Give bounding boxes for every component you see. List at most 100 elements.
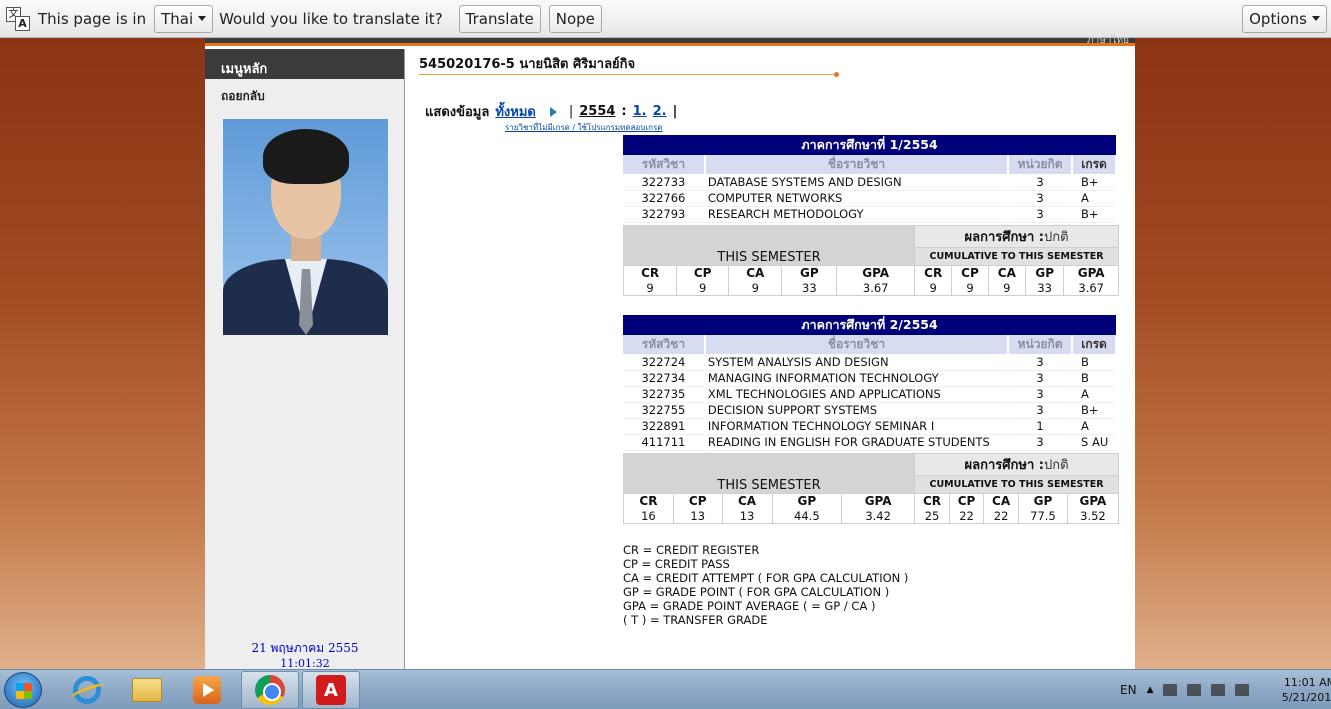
course-code: 322793 [623, 206, 706, 223]
ca-key: CA [983, 493, 1020, 509]
semester-1-table: ภาคการศึกษาที่ 1/2554 รหัสวิชา ชื่อรายวิ… [623, 135, 1117, 223]
this-cp: 9 [676, 280, 730, 296]
col-code: รหัสวิชา [623, 155, 706, 174]
title-underline [419, 74, 837, 75]
course-grade: A [1072, 418, 1117, 435]
main-menu-title[interactable]: เมนูหลัก [205, 49, 404, 79]
chevron-up-icon[interactable]: ▲ [1147, 685, 1154, 695]
cp-key: CP [948, 493, 985, 509]
separator: | [672, 104, 678, 119]
all-link[interactable]: ทั้งหมด [495, 101, 536, 122]
table-row: 322793 RESEARCH METHODOLOGY 3 B+ [623, 206, 1117, 223]
term-1-link[interactable]: 1. [633, 104, 647, 119]
start-button[interactable] [4, 672, 42, 708]
course-grade: B+ [1072, 402, 1117, 419]
cp-key: CP [672, 493, 723, 509]
language-select[interactable]: Thai [154, 4, 214, 33]
cum-ca: 22 [983, 508, 1020, 524]
table-row: 411711 READING IN ENGLISH FOR GRADUATE S… [623, 434, 1117, 451]
course-code: 322734 [623, 370, 706, 387]
semester-title: ภาคการศึกษาที่ 2/2554 [623, 315, 1116, 335]
gpa-key: GPA [841, 493, 916, 509]
taskbar-media[interactable] [178, 671, 236, 709]
student-name: 545020176-5 นายนิสิต ศิริมาลย์กิจ [419, 57, 636, 72]
table-row: 322891 INFORMATION TECHNOLOGY SEMINAR I … [623, 418, 1117, 435]
this-cp: 13 [672, 508, 723, 524]
translate-prefix: This page is in [38, 9, 147, 28]
cum-cp: 9 [951, 280, 989, 296]
taskbar-explorer[interactable] [118, 671, 176, 709]
device-icon[interactable] [1187, 684, 1202, 696]
course-code: 322733 [623, 174, 706, 191]
course-name: DATABASE SYSTEMS AND DESIGN [704, 174, 1010, 191]
title-dot [834, 72, 839, 77]
sidebar: เมนูหลัก ถอยกลับ 21 พฤษภาคม 2555 11:01:3… [205, 49, 405, 670]
taskbar-ie[interactable] [58, 671, 116, 709]
back-link[interactable]: ถอยกลับ [205, 79, 404, 114]
translate-button[interactable]: Translate [458, 4, 541, 33]
col-name: ชื่อรายวิชา [704, 155, 1010, 174]
options-button[interactable]: Options [1242, 4, 1327, 33]
course-name: SYSTEM ANALYSIS AND DESIGN [704, 354, 1010, 371]
legend-item: GPA = GRADE POINT AVERAGE ( = GP / CA ) [623, 599, 876, 613]
course-name: RESEARCH METHODOLOGY [704, 206, 1010, 223]
course-code: 322891 [623, 418, 706, 435]
media-player-icon [193, 676, 221, 704]
flag-icon[interactable] [1163, 684, 1178, 696]
ca-key: CA [987, 265, 1026, 281]
semester-2-summary: THIS SEMESTER ผลการศึกษา :ปกติ CUMULATIV… [622, 453, 1120, 524]
cumulative-label: CUMULATIVE TO THIS SEMESTER [914, 475, 1119, 494]
semester-1-summary: THIS SEMESTER ผลการศึกษา :ปกติ CUMULATIV… [622, 225, 1119, 296]
course-credit: 1 [1008, 418, 1074, 435]
gpa-key: GPA [1066, 493, 1120, 509]
result-label: ผลการศึกษา :ปกติ [914, 453, 1119, 476]
col-credit: หน่วยกิต [1008, 155, 1074, 174]
clock-date: 5/21/2012 [1281, 691, 1331, 704]
no-grade-link[interactable]: รายวิชาที่ไม่มีเกรด / ใช้โปรแกรมทดสอบเกร… [505, 121, 662, 134]
language-switch[interactable]: ภาษาไทย [1087, 33, 1129, 48]
cr-key: CR [914, 493, 950, 509]
this-cr: 16 [623, 508, 674, 524]
gpa-key: GPA [836, 265, 916, 281]
cr-key: CR [623, 493, 674, 509]
course-grade: B+ [1072, 174, 1117, 191]
course-credit: 3 [1008, 206, 1074, 223]
taskbar-chrome[interactable] [241, 671, 299, 709]
course-grade: B [1072, 370, 1117, 387]
course-grade: B+ [1072, 206, 1117, 223]
volume-icon[interactable] [1235, 684, 1250, 696]
semester-title: ภาคการศึกษาที่ 1/2554 [623, 135, 1116, 155]
table-row: 322724 SYSTEM ANALYSIS AND DESIGN 3 B [623, 354, 1117, 371]
clock[interactable]: 11:01 AM 5/21/2012 [1280, 675, 1331, 705]
cp-key: CP [951, 265, 989, 281]
table-row: 322733 DATABASE SYSTEMS AND DESIGN 3 B+ [623, 174, 1117, 191]
table-row: 322755 DECISION SUPPORT SYSTEMS 3 B+ [623, 402, 1117, 419]
input-language[interactable]: EN [1120, 683, 1137, 697]
col-credit: หน่วยกิต [1008, 335, 1074, 354]
internet-explorer-icon [73, 676, 101, 704]
play-arrow-icon[interactable] [549, 106, 557, 117]
separator: | [568, 104, 574, 119]
cum-cr: 25 [914, 508, 950, 524]
cum-gp: 33 [1024, 280, 1065, 296]
nope-button[interactable]: Nope [548, 4, 602, 33]
main-content: 545020176-5 นายนิสิต ศิริมาลย์กิจ แสดงข้… [405, 49, 1135, 669]
translate-button-label: Translate [465, 9, 534, 28]
network-icon[interactable] [1211, 684, 1226, 696]
chevron-down-icon [198, 16, 207, 21]
system-tray: EN ▲ [1120, 670, 1250, 709]
taskbar-acrobat[interactable]: A [302, 671, 360, 709]
year-link[interactable]: 2554 [579, 104, 615, 119]
this-ca: 13 [721, 508, 773, 524]
course-name: INFORMATION TECHNOLOGY SEMINAR I [704, 418, 1010, 435]
legend-item: CP = CREDIT PASS [623, 557, 730, 571]
course-credit: 3 [1008, 174, 1074, 191]
cum-gp: 77.5 [1018, 508, 1068, 524]
cum-gpa: 3.52 [1066, 508, 1120, 524]
cumulative-label: CUMULATIVE TO THIS SEMESTER [914, 247, 1119, 266]
term-2-link[interactable]: 2. [653, 104, 667, 119]
legend-item: ( T ) = TRANSFER GRADE [623, 613, 768, 627]
legend-item: CA = CREDIT ATTEMPT ( FOR GPA CALCULATIO… [623, 571, 909, 585]
course-name: DECISION SUPPORT SYSTEMS [704, 402, 1010, 419]
cr-key: CR [622, 265, 678, 281]
